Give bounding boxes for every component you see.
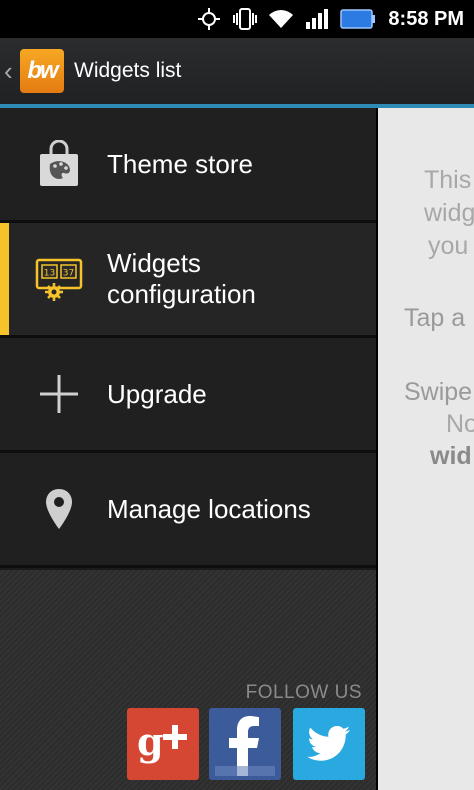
content-text: No <box>446 410 474 438</box>
twitter-button[interactable] <box>293 708 365 780</box>
drawer-item-theme-store[interactable]: Theme store <box>0 108 376 223</box>
content-text: you <box>428 232 469 260</box>
twitter-bird-icon <box>307 726 351 761</box>
status-time: 8:58 PM <box>388 7 464 30</box>
wifi-icon <box>268 6 294 32</box>
follow-us-label: FOLLOW US <box>245 682 362 703</box>
vibrate-icon <box>232 6 258 32</box>
gps-icon <box>196 6 222 32</box>
drawer-item-label-line: Widgets <box>107 248 201 278</box>
google-plus-button[interactable]: g <box>127 708 199 780</box>
content-text: wid <box>430 442 472 470</box>
plus-icon <box>34 369 84 419</box>
svg-text:g: g <box>137 719 164 764</box>
status-icons <box>196 6 376 32</box>
drawer-item-label: Upgrade <box>107 378 207 409</box>
action-bar: ‹ bw Widgets list <box>0 38 474 104</box>
facebook-button[interactable] <box>209 708 281 780</box>
navigation-drawer: Theme store 13 37 Widgets configuration … <box>0 108 376 790</box>
clock-gear-icon: 13 37 <box>34 254 84 304</box>
drawer-item-upgrade[interactable]: Upgrade <box>0 338 376 453</box>
signal-icon <box>304 6 330 32</box>
content-text: widg <box>424 199 474 227</box>
drawer-item-manage-locations[interactable]: Manage locations <box>0 453 376 568</box>
content-text: Swipe <box>404 378 473 406</box>
drawer-item-widgets-configuration[interactable]: 13 37 Widgets configuration <box>0 223 376 338</box>
active-indicator <box>0 223 9 335</box>
drawer-item-label-line: configuration <box>107 279 256 309</box>
shopping-bag-palette-icon <box>34 139 84 189</box>
app-logo-text: bw <box>27 57 58 84</box>
status-bar: 8:58 PM <box>0 0 474 38</box>
main-content: This widg you Tap a Swipe No wid <box>378 108 474 790</box>
content-text: Tap a <box>404 304 466 332</box>
facebook-icon <box>215 716 275 776</box>
drawer-item-label: Manage locations <box>107 493 311 524</box>
svg-text:13: 13 <box>44 269 55 279</box>
app-logo[interactable]: bw <box>20 49 64 93</box>
location-pin-icon <box>34 484 84 534</box>
drawer-item-label: Widgets configuration <box>107 248 256 310</box>
google-plus-icon: g <box>137 719 187 764</box>
svg-text:37: 37 <box>63 269 74 279</box>
back-chevron-icon[interactable]: ‹ <box>4 56 18 87</box>
content-text: This <box>424 166 472 194</box>
drawer-item-label: Theme store <box>107 148 253 179</box>
page-title: Widgets list <box>74 59 182 82</box>
battery-icon <box>340 6 376 32</box>
